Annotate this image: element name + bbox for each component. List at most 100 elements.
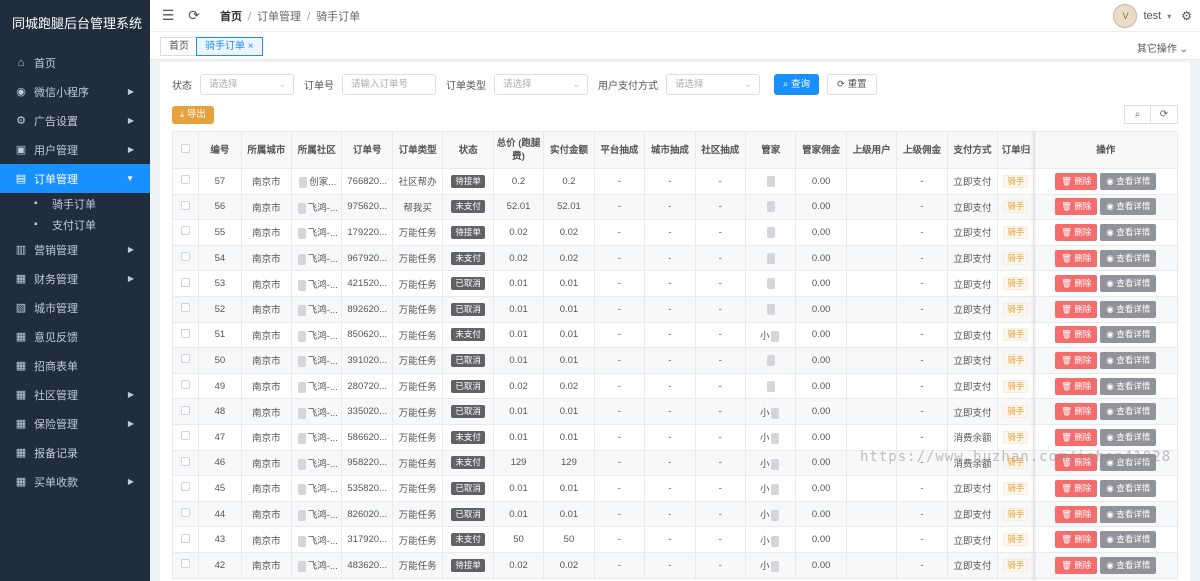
chevron-down-icon[interactable]: ▾	[1167, 12, 1171, 21]
view-detail-button[interactable]: ◉ 查看详情	[1100, 377, 1157, 395]
breadcrumb-home[interactable]: 首页	[220, 11, 242, 23]
view-detail-button[interactable]: ◉ 查看详情	[1100, 428, 1157, 446]
tab-rider-orders[interactable]: 骑手订单 ×	[196, 37, 263, 56]
sidebar-item-8[interactable]: ▦ 财务管理 ▶	[0, 264, 150, 293]
row-checkbox[interactable]	[171, 321, 200, 349]
sidebar-item-13[interactable]: ▦ 保险管理 ▶	[0, 409, 150, 438]
sidebar-item-15[interactable]: ▦ 买单收款 ▶	[0, 467, 150, 496]
view-detail-button[interactable]: ◉ 查看详情	[1100, 351, 1157, 369]
view-detail-button[interactable]: ◉ 查看详情	[1100, 249, 1157, 267]
row-checkbox[interactable]	[171, 398, 200, 425]
delete-button[interactable]: 🗑 删除	[1055, 300, 1098, 318]
sidebar-item-5[interactable]: ▪ 骑手订单	[0, 193, 150, 214]
delete-button[interactable]: 🗑 删除	[1055, 275, 1098, 293]
row-checkbox[interactable]	[171, 500, 200, 528]
other-ops-dropdown[interactable]: 其它操作 ⌄	[1137, 40, 1188, 55]
order-type-select[interactable]: 请选择 ⌄	[494, 74, 588, 95]
sidebar-item-14[interactable]: ▦ 报备记录	[0, 438, 150, 467]
search-button[interactable]: ⌕ 查询	[774, 74, 819, 95]
table-row[interactable]: 52 南京市 飞鸿-... 892620... 万能任务 已取消 0.01 0.01- - -0.…	[171, 295, 1178, 323]
tab-home[interactable]: 首页	[160, 37, 198, 56]
view-detail-button[interactable]: ◉ 查看详情	[1100, 326, 1157, 344]
pay-method-select[interactable]: 请选择 ⌄	[666, 74, 760, 95]
delete-button[interactable]: 🗑 删除	[1055, 223, 1098, 241]
row-checkbox[interactable]	[171, 244, 200, 272]
row-checkbox[interactable]	[171, 475, 200, 502]
table-row[interactable]: 51 南京市 飞鸿-... 850620... 万能任务 未支付 0.01 0.01- - - 小 0…	[171, 321, 1178, 349]
row-checkbox[interactable]	[171, 270, 200, 297]
view-detail-button[interactable]: ◉ 查看详情	[1100, 531, 1157, 549]
row-checkbox[interactable]	[171, 295, 200, 323]
close-icon[interactable]: ×	[248, 41, 254, 52]
table-row[interactable]: 50 南京市 飞鸿-... 391020... 万能任务 已取消 0.01 0.01- - -0.…	[171, 347, 1178, 374]
delete-button[interactable]: 🗑 删除	[1055, 351, 1098, 369]
user-menu[interactable]: V test ▾ ⚙	[1113, 4, 1192, 28]
table-row[interactable]: 43 南京市 飞鸿-... 317920... 万能任务 未支付 50 50- - - 小 0.00-…	[171, 526, 1178, 553]
delete-button[interactable]: 🗑 删除	[1055, 479, 1098, 497]
sidebar-item-11[interactable]: ▦ 招商表单	[0, 351, 150, 380]
status-select[interactable]: 请选择 ⌄	[200, 74, 294, 95]
row-checkbox[interactable]	[171, 347, 200, 374]
row-checkbox[interactable]	[171, 219, 200, 246]
table-row[interactable]: 55 南京市 飞鸿-... 179220... 万能任务 待接单 0.02 0.02- - -0.…	[171, 219, 1178, 246]
table-row[interactable]: 42 南京市 飞鸿-... 483620... 万能任务 待接单 0.02 0.02- - - 小 0…	[171, 551, 1178, 579]
reset-button[interactable]: ⟳ 重置	[826, 74, 877, 95]
sidebar-item-12[interactable]: ▦ 社区管理 ▶	[0, 380, 150, 409]
row-checkbox[interactable]	[171, 193, 200, 221]
table-row[interactable]: 54 南京市 飞鸿-... 967920... 万能任务 未支付 0.02 0.02- - -0.…	[171, 244, 1178, 272]
delete-button[interactable]: 🗑 删除	[1055, 531, 1098, 549]
view-detail-button[interactable]: ◉ 查看详情	[1100, 556, 1157, 574]
sidebar-item-7[interactable]: ▥ 营销管理 ▶	[0, 235, 150, 264]
row-checkbox[interactable]	[171, 449, 200, 477]
export-button[interactable]: ⤓ 导出	[172, 106, 214, 124]
table-row[interactable]: 45 南京市 飞鸿-... 535820... 万能任务 已取消 0.01 0.01- - - 小 0…	[171, 475, 1178, 502]
watermark: https://www.huzhan.com/ishop41028	[860, 449, 1172, 465]
table-row[interactable]: 57 南京市 创家... 766820... 社区帮办 待接单 0.2 0.2- - -0.00-…	[171, 168, 1178, 195]
delete-button[interactable]: 🗑 删除	[1055, 556, 1098, 574]
view-detail-button[interactable]: ◉ 查看详情	[1100, 505, 1157, 523]
sidebar-item-4[interactable]: ▤ 订单管理 ▼	[0, 164, 150, 193]
avatar[interactable]: V	[1113, 4, 1138, 28]
order-no-input[interactable]: 请输入订单号	[342, 74, 436, 95]
row-checkbox[interactable]	[171, 526, 200, 553]
table-row[interactable]: 49 南京市 飞鸿-... 280720... 万能任务 已取消 0.02 0.02- - -0.…	[171, 372, 1178, 400]
settings-gear-icon[interactable]: ⚙	[1181, 9, 1192, 23]
delete-button[interactable]: 🗑 删除	[1055, 249, 1098, 267]
delete-button[interactable]: 🗑 删除	[1055, 403, 1098, 421]
sidebar-item-10[interactable]: ▦ 意见反馈	[0, 322, 150, 351]
view-detail-button[interactable]: ◉ 查看详情	[1100, 172, 1157, 190]
refresh-button[interactable]: ⟳	[1151, 105, 1178, 124]
view-detail-button[interactable]: ◉ 查看详情	[1100, 275, 1157, 293]
sidebar-item-9[interactable]: ▧ 城市管理	[0, 293, 150, 322]
user-name[interactable]: test	[1143, 10, 1161, 22]
view-detail-button[interactable]: ◉ 查看详情	[1100, 198, 1157, 216]
table-row[interactable]: 48 南京市 飞鸿-... 335020... 万能任务 已取消 0.01 0.01- - - 小 0…	[171, 398, 1178, 425]
delete-button[interactable]: 🗑 删除	[1055, 326, 1098, 344]
sidebar-item-0[interactable]: ⌂ 首页	[0, 48, 150, 77]
delete-button[interactable]: 🗑 删除	[1055, 198, 1098, 216]
row-checkbox[interactable]	[171, 372, 200, 400]
delete-button[interactable]: 🗑 删除	[1055, 377, 1098, 395]
row-checkbox[interactable]	[171, 168, 200, 195]
delete-button[interactable]: 🗑 删除	[1055, 505, 1098, 523]
table-row[interactable]: 44 南京市 飞鸿-... 826020... 万能任务 已取消 0.01 0.01- - - 小 0…	[171, 500, 1178, 528]
delete-button[interactable]: 🗑 删除	[1055, 172, 1098, 190]
sidebar-item-2[interactable]: ⚙ 广告设置 ▶	[0, 106, 150, 135]
table-row[interactable]: 56 南京市 飞鸿-... 975620... 帮我买 未支付 52.01 52.01- - -0…	[171, 193, 1178, 221]
view-detail-button[interactable]: ◉ 查看详情	[1100, 479, 1157, 497]
row-checkbox[interactable]	[171, 551, 200, 579]
sidebar-item-1[interactable]: ◉ 微信小程序 ▶	[0, 77, 150, 106]
table-row[interactable]: 47 南京市 飞鸿-... 586620... 万能任务 未支付 0.01 0.01- - - 小 0…	[171, 423, 1178, 451]
delete-button[interactable]: 🗑 删除	[1055, 428, 1098, 446]
view-detail-button[interactable]: ◉ 查看详情	[1100, 300, 1157, 318]
sidebar-item-3[interactable]: ▣ 用户管理 ▶	[0, 135, 150, 164]
search-toggle-button[interactable]: ⌕	[1124, 105, 1151, 124]
view-detail-button[interactable]: ◉ 查看详情	[1100, 403, 1157, 421]
row-checkbox[interactable]	[171, 423, 200, 451]
sidebar-item-6[interactable]: ▪ 支付订单	[0, 214, 150, 235]
refresh-icon[interactable]: ⟳	[186, 7, 202, 24]
view-detail-button[interactable]: ◉ 查看详情	[1100, 223, 1157, 241]
table-row[interactable]: 53 南京市 飞鸿-... 421520... 万能任务 已取消 0.01 0.01- - -0.…	[171, 270, 1178, 297]
select-all-checkbox[interactable]	[171, 131, 200, 169]
menu-toggle-icon[interactable]: ☰	[160, 7, 176, 24]
